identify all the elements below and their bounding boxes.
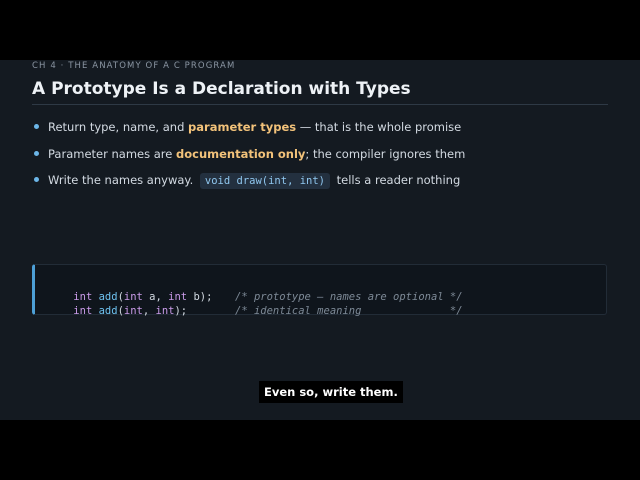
bullet-list: Return type, name, and parameter types —… bbox=[34, 118, 604, 198]
code-line: int add(int, int);/* identical meaning *… bbox=[48, 290, 462, 317]
bullet-text: tells a reader nothing bbox=[336, 173, 461, 187]
chapter-label: CH 4 · THE ANATOMY OF A C PROGRAM bbox=[32, 61, 236, 71]
code-text: ); bbox=[174, 305, 188, 317]
bullet-highlight: parameter types bbox=[188, 120, 297, 134]
subtitle-caption: Even so, write them. bbox=[259, 381, 403, 403]
code-keyword: int bbox=[155, 305, 175, 317]
code-text: , bbox=[142, 305, 156, 317]
bullet-dot-icon bbox=[34, 124, 39, 129]
title-divider bbox=[32, 104, 608, 105]
inline-code: void draw(int, int) bbox=[199, 173, 330, 189]
letterbox-top bbox=[0, 0, 640, 60]
bullet-item: Parameter names are documentation only; … bbox=[34, 145, 604, 172]
bullet-dot-icon bbox=[34, 177, 39, 182]
code-block: int add(int a, int b);/* prototype — nam… bbox=[32, 264, 607, 317]
code-text: b); bbox=[187, 291, 213, 303]
code-keyword: int bbox=[123, 305, 143, 317]
bullet-item: Return type, name, and parameter types —… bbox=[34, 118, 604, 145]
bullet-text: ; the compiler ignores them bbox=[305, 146, 466, 161]
code-line: int add(int a, int b);/* prototype — nam… bbox=[48, 276, 462, 303]
bullet-dot-icon bbox=[34, 150, 39, 156]
letterbox-bottom bbox=[0, 420, 640, 480]
code-function: add bbox=[98, 305, 118, 317]
slide bbox=[0, 60, 640, 420]
slide-title: A Prototype Is a Declaration with Types bbox=[32, 79, 411, 99]
code-comment: /* identical meaning */ bbox=[235, 305, 463, 317]
bullet-text: Return type, name, and bbox=[48, 120, 189, 134]
code-comment: /* prototype — names are optional */ bbox=[235, 291, 463, 303]
bullet-highlight: documentation only bbox=[176, 146, 306, 161]
code-keyword: int bbox=[73, 305, 93, 317]
bullet-text: Parameter names are bbox=[48, 146, 176, 161]
bullet-text: — that is the whole promise bbox=[296, 120, 462, 134]
bullet-item: Write the names anyway. void draw(int, i… bbox=[34, 171, 604, 198]
bullet-text: Write the names anyway. bbox=[48, 173, 194, 187]
